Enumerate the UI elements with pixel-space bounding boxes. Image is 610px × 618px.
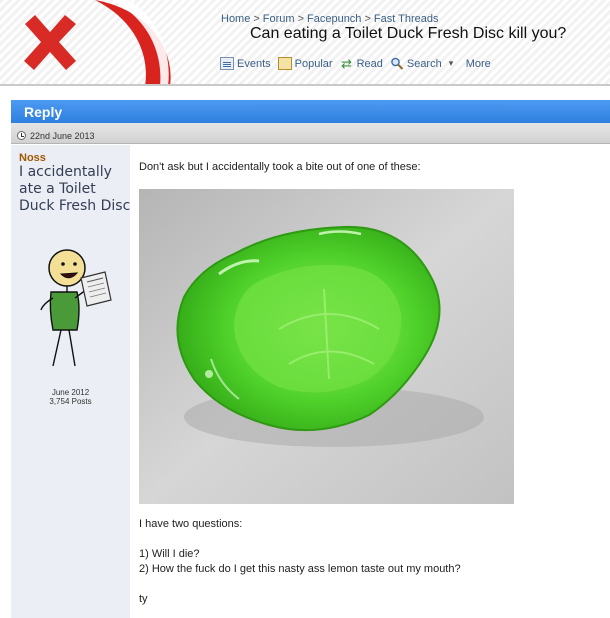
breadcrumb-facepunch[interactable]: Facepunch [307, 13, 361, 25]
nav-popular[interactable]: Popular [277, 57, 333, 70]
username-link[interactable]: Noss [19, 152, 46, 164]
nav-events[interactable]: Events [220, 57, 271, 70]
post-line-questions: I have two questions: [139, 518, 243, 530]
breadcrumb-separator: > [297, 13, 304, 25]
post-date-bar: 22nd June 2013 [11, 123, 610, 144]
top-nav: Events Popular ⇄ Read Search ▾ More [220, 57, 491, 70]
nav-read[interactable]: ⇄ Read [340, 57, 383, 70]
page-title: Can eating a Toilet Duck Fresh Disc kill… [250, 25, 567, 42]
nav-search-label: Search [406, 57, 442, 70]
reply-header-bar: Reply [11, 100, 610, 123]
clock-icon [17, 131, 26, 140]
nav-events-label: Events [237, 57, 271, 70]
post-author-sidebar: Noss I accidentally ate a Toilet Duck Fr… [11, 145, 130, 618]
breadcrumb: Home > Forum > Facepunch > Fast Threads [221, 13, 438, 25]
red-x-logo-icon [24, 0, 171, 84]
post-line-intro: Don't ask but I accidentally took a bite… [139, 161, 421, 173]
post-date: 22nd June 2013 [30, 130, 95, 141]
breadcrumb-separator: > [364, 13, 371, 25]
nav-more-label: More [465, 57, 491, 70]
breadcrumb-forum[interactable]: Forum [263, 13, 295, 25]
reply-label: Reply [24, 104, 63, 120]
forum-header: Home > Forum > Facepunch > Fast Threads Can ea… [0, 0, 610, 86]
green-gel-disc-photo[interactable] [139, 189, 514, 504]
calendar-icon [220, 57, 234, 70]
read-arrow-icon: ⇄ [341, 56, 353, 71]
chevron-down-icon: ▾ [448, 58, 454, 68]
avatar[interactable] [39, 248, 119, 373]
post-content: Don't ask but I accidentally took a bite… [130, 145, 610, 618]
popular-icon [277, 57, 292, 70]
post-count: 3,754 Posts [49, 397, 92, 406]
nav-read-label: Read [356, 57, 383, 70]
post-line-signoff: ty [139, 593, 148, 605]
post-line-question-2: 2) How the fuck do I get this nasty ass … [139, 563, 461, 575]
search-icon [391, 57, 404, 70]
breadcrumb-home[interactable]: Home [221, 13, 250, 25]
user-title: I accidentally ate a Toilet Duck Fresh D… [19, 164, 131, 214]
site-logo[interactable] [0, 0, 200, 84]
nav-popular-label: Popular [294, 57, 333, 70]
post-line-question-1: 1) Will I die? [139, 548, 200, 560]
nav-search[interactable]: Search [390, 57, 442, 70]
nav-more[interactable]: ▾ More [449, 57, 491, 70]
breadcrumb-fast-threads[interactable]: Fast Threads [374, 13, 439, 25]
breadcrumb-separator: > [253, 13, 260, 25]
join-date: June 2012 [51, 388, 90, 397]
